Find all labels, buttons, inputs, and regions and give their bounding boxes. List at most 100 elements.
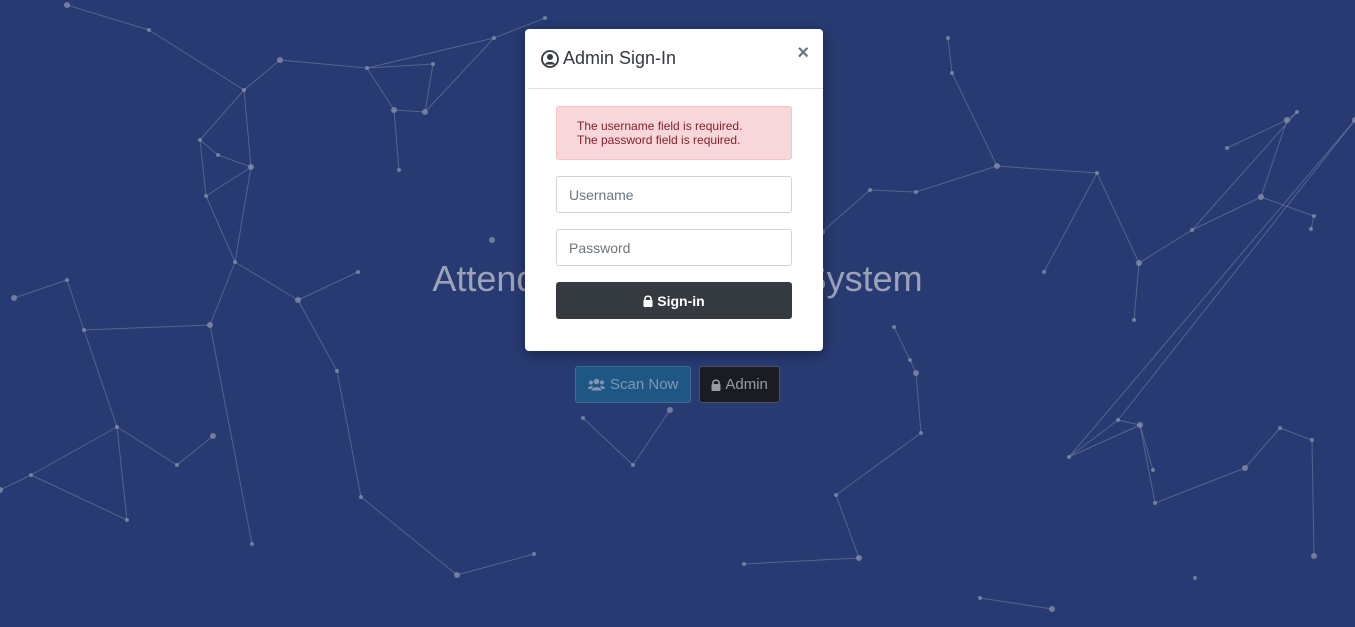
network-line (0, 474, 32, 491)
network-line (199, 139, 219, 156)
network-line (366, 37, 495, 69)
modal-title-text: Admin Sign-In (563, 48, 677, 68)
network-node (978, 596, 982, 600)
network-line (1279, 427, 1313, 441)
network-line (30, 426, 118, 476)
network-line (835, 494, 860, 559)
network-node (742, 562, 746, 566)
validation-error-alert: The username field is required. The pass… (556, 106, 792, 160)
network-line (393, 109, 426, 113)
network-node (216, 153, 220, 157)
network-line (1191, 196, 1262, 231)
network-node (908, 358, 912, 362)
network-line (1260, 119, 1288, 198)
network-line (835, 432, 922, 496)
page-background: Attendance Monitoring System Scan Now (0, 0, 1355, 627)
network-line (116, 426, 128, 521)
network-node (994, 163, 1000, 169)
network-line (915, 165, 998, 193)
network-node (1137, 422, 1143, 428)
network-node (1190, 228, 1194, 232)
network-line (199, 89, 245, 141)
signin-button[interactable]: Sign-in (556, 282, 792, 319)
network-node (892, 325, 896, 329)
network-node (115, 425, 119, 429)
network-line (743, 557, 860, 565)
network-line (217, 154, 252, 168)
close-icon[interactable]: × (797, 43, 809, 63)
network-line (821, 189, 871, 233)
network-line (199, 139, 207, 197)
network-node (64, 2, 70, 8)
admin-signin-modal: Admin Sign-In × The username field is re… (525, 29, 823, 351)
network-node (391, 107, 397, 113)
network-node (1242, 465, 1248, 471)
network-line (116, 426, 178, 466)
network-line (582, 417, 634, 466)
scan-now-button[interactable]: Scan Now (575, 366, 692, 403)
network-line (234, 166, 252, 263)
network-node (454, 572, 460, 578)
network-line (1117, 419, 1141, 426)
network-node (29, 473, 33, 477)
hero-actions: Scan Now Admin (575, 366, 780, 403)
network-line (893, 326, 911, 361)
scan-now-label: Scan Now (610, 376, 679, 393)
network-node (147, 28, 151, 32)
network-node (1193, 576, 1197, 580)
password-input[interactable] (556, 229, 792, 266)
network-node (422, 109, 428, 115)
network-node (1310, 438, 1314, 442)
network-node (532, 552, 536, 556)
network-node (1225, 146, 1229, 150)
network-node (248, 164, 254, 170)
network-node (207, 322, 213, 328)
network-line (869, 189, 917, 193)
network-line (1191, 111, 1298, 231)
username-input[interactable] (556, 176, 792, 213)
network-line (1096, 172, 1140, 264)
users-icon (588, 378, 605, 391)
network-node (1311, 553, 1317, 559)
network-node (1116, 418, 1120, 422)
network-line (1139, 424, 1156, 504)
network-line (1139, 424, 1154, 471)
network-node (365, 66, 369, 70)
network-line (243, 59, 281, 91)
network-node (913, 370, 919, 376)
network-line (83, 324, 211, 331)
network-line (979, 597, 1053, 610)
lock-icon (643, 294, 653, 307)
network-node (631, 463, 635, 467)
network-node (489, 237, 495, 243)
network-node (242, 88, 246, 92)
admin-button[interactable]: Admin (699, 366, 780, 403)
network-line (176, 435, 214, 466)
network-node (1132, 318, 1136, 322)
network-line (951, 72, 998, 167)
network-node (359, 495, 363, 499)
network-node (1151, 468, 1155, 472)
network-line (66, 4, 150, 31)
network-line (1310, 215, 1315, 230)
password-error-text: The password field is required. (577, 133, 741, 147)
network-node (1278, 426, 1282, 430)
network-node (1295, 110, 1299, 114)
network-line (148, 29, 245, 91)
network-node (868, 188, 872, 192)
network-line (205, 195, 236, 263)
network-line (393, 109, 400, 171)
network-node (250, 542, 254, 546)
network-node (1095, 171, 1099, 175)
network-node (82, 328, 86, 332)
network-line (279, 59, 368, 69)
network-line (243, 89, 252, 168)
network-line (30, 474, 128, 521)
network-node (856, 555, 862, 561)
network-line (1154, 467, 1246, 504)
user-circle-icon (541, 49, 559, 68)
network-line (209, 324, 253, 545)
username-error-text: The username field is required. (577, 119, 743, 133)
network-node (1153, 501, 1157, 505)
network-node (1049, 606, 1055, 612)
